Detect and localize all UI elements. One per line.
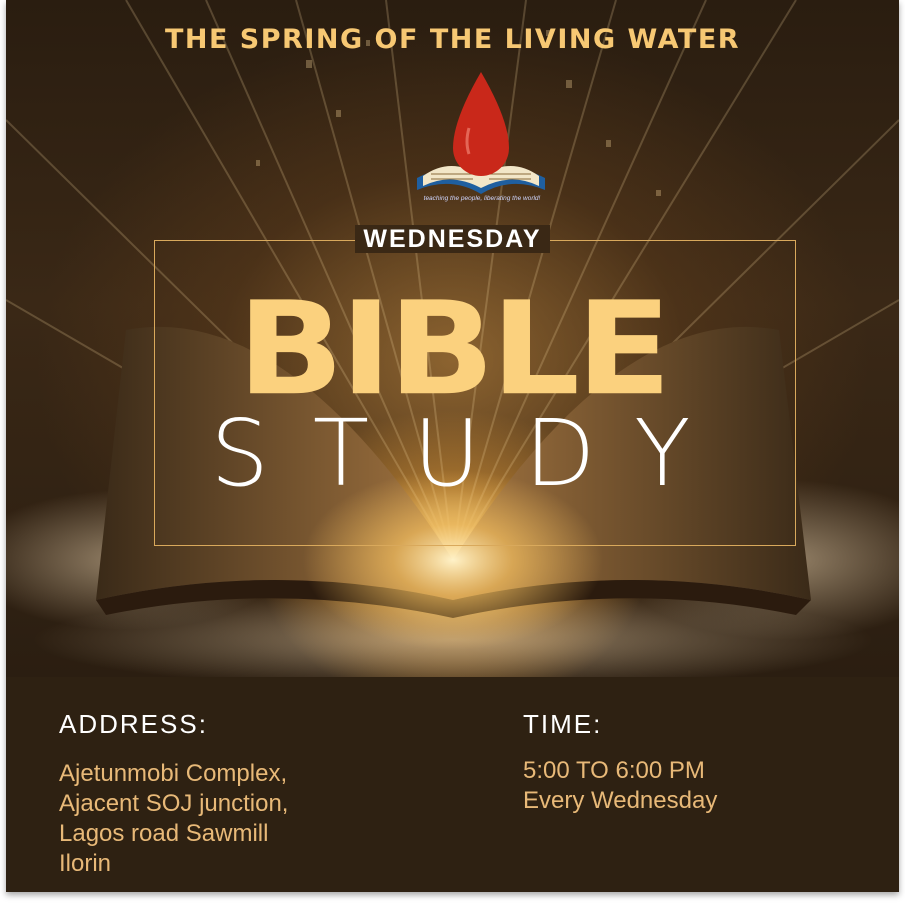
address-line: Lagos road Sawmill <box>59 820 269 847</box>
water-drop-icon <box>453 72 509 176</box>
flyer-card: THE SPRING OF THE LIVING WATER teaching … <box>6 0 899 892</box>
day-text: WEDNESDAY <box>355 225 550 253</box>
time-range: 5:00 TO 6:00 PM <box>523 757 705 784</box>
address-line: Ilorin <box>59 850 112 877</box>
time-value: 5:00 TO 6:00 PM Every Wednesday <box>523 756 717 816</box>
day-label: WEDNESDAY <box>6 225 899 254</box>
time-label: TIME: <box>523 709 603 739</box>
logo-tagline: teaching the people, liberating the worl… <box>423 195 541 202</box>
address-line: Ajacent SOJ junction, <box>59 790 289 817</box>
address-value: Ajetunmobi Complex, Ajacent SOJ junction… <box>59 759 288 879</box>
address-label: ADDRESS: <box>59 709 208 739</box>
address-line: Ajetunmobi Complex, <box>59 760 288 787</box>
info-panel: ADDRESS: Ajetunmobi Complex, Ajacent SOJ… <box>6 677 899 892</box>
title-bible: BIBLE <box>237 274 671 425</box>
title-study: STUDY <box>210 400 735 507</box>
ministry-title: THE SPRING OF THE LIVING WATER <box>164 24 741 55</box>
hero-background: THE SPRING OF THE LIVING WATER teaching … <box>6 0 899 677</box>
ministry-logo <box>417 72 545 194</box>
time-recurrence: Every Wednesday <box>523 787 718 814</box>
